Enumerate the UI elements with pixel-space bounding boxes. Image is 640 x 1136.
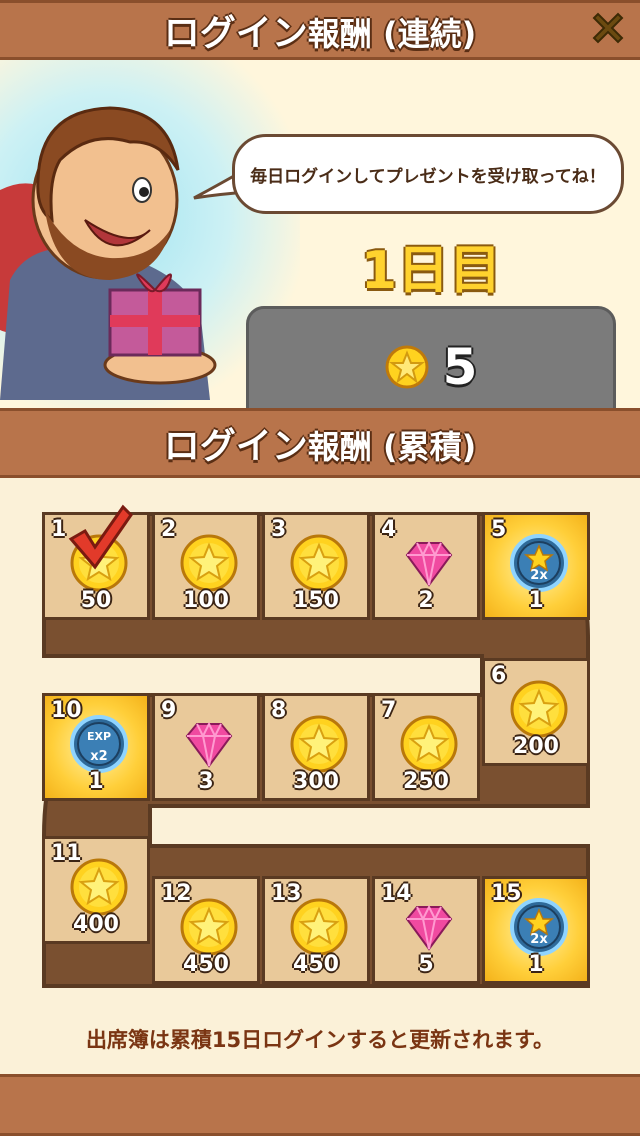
star-coin-icon	[180, 898, 238, 956]
star-coin-icon	[180, 534, 238, 592]
tile-reward-value: 1	[88, 769, 104, 794]
tile-reward-value: 5	[418, 952, 434, 977]
tile-day-number: 9	[161, 698, 177, 723]
tile-reward-value: 450	[293, 952, 339, 977]
close-icon[interactable]	[586, 6, 630, 50]
tile-reward-value: 150	[293, 588, 339, 613]
reward-tile-day-4[interactable]: 42	[372, 512, 480, 620]
mascot-character-icon	[0, 106, 217, 400]
reward-tile-day-5[interactable]: 5 2x 1	[482, 512, 590, 620]
tile-reward-value: 450	[183, 952, 229, 977]
tile-day-number: 7	[381, 698, 397, 723]
reward-tile-day-15[interactable]: 15 2x 1	[482, 876, 590, 984]
tile-reward-value: 3	[198, 769, 214, 794]
today-reward-amount: 5	[442, 338, 478, 396]
header-banner: ログイン報酬 (連続)	[0, 0, 640, 60]
cumulative-banner: ログイン報酬 (累積)	[0, 408, 640, 478]
star-coin-icon	[400, 715, 458, 773]
star-coin-icon	[385, 345, 429, 389]
daily-reward-panel: 毎日ログインしてプレゼントを受け取ってね！ 1日目 5	[0, 60, 640, 428]
reward-board: 1 50 2 100 3 150 4 2 5 2x 1 6 200 7 250 8 300 9 3 10 EXP x2 1 1…	[0, 478, 640, 1074]
star-coin-icon	[510, 680, 568, 738]
tile-reward-value: 1	[528, 588, 544, 613]
svg-text:x2: x2	[90, 749, 107, 764]
star-coin-icon	[290, 898, 348, 956]
speech-bubble: 毎日ログインしてプレゼントを受け取ってね！	[232, 134, 624, 214]
tile-reward-value: 50	[80, 588, 112, 613]
cumulative-title: ログイン報酬 (累積)	[163, 426, 477, 467]
tile-reward-value: 400	[73, 912, 119, 937]
footer-banner	[0, 1074, 640, 1136]
reward-tile-day-10[interactable]: 10 EXP x2 1	[42, 693, 150, 801]
exp-boost-icon: EXP x2	[70, 715, 128, 773]
reward-tile-day-7[interactable]: 7 250	[372, 693, 480, 801]
reward-tile-day-3[interactable]: 3 150	[262, 512, 370, 620]
reward-tile-day-13[interactable]: 13 450	[262, 876, 370, 984]
star-coin-icon	[290, 534, 348, 592]
tile-reward-value: 250	[403, 769, 449, 794]
coin-boost-icon: 2x	[510, 898, 568, 956]
tile-day-number: 2	[161, 517, 177, 542]
reward-tile-day-12[interactable]: 12 450	[152, 876, 260, 984]
tile-reward-value: 300	[293, 769, 339, 794]
tile-day-number: 8	[271, 698, 287, 723]
checkmark-icon	[68, 504, 133, 570]
reward-tile-day-9[interactable]: 93	[152, 693, 260, 801]
svg-text:EXP: EXP	[87, 730, 111, 743]
star-coin-icon	[70, 858, 128, 916]
tile-day-number: 3	[271, 517, 287, 542]
star-coin-icon	[290, 715, 348, 773]
tile-reward-value: 100	[183, 588, 229, 613]
tile-reward-value: 2	[418, 588, 434, 613]
speech-bubble-text: 毎日ログインしてプレゼントを受け取ってね！	[250, 166, 606, 187]
svg-text:2x: 2x	[530, 932, 548, 947]
footer-note: 出席簿は累積15日ログインすると更新されます。	[85, 1028, 555, 1052]
tile-day-number: 4	[381, 517, 397, 542]
reward-tile-day-6[interactable]: 6 200	[482, 658, 590, 766]
reward-tile-day-1[interactable]: 1 50	[42, 504, 150, 620]
gem-icon	[405, 904, 453, 951]
day-counter: 1日目	[360, 241, 502, 301]
reward-tile-day-8[interactable]: 8 300	[262, 693, 370, 801]
gem-icon	[405, 540, 453, 587]
reward-tile-day-2[interactable]: 2 100	[152, 512, 260, 620]
tile-reward-value: 1	[528, 952, 544, 977]
tile-day-number: 6	[491, 663, 507, 688]
svg-text:2x: 2x	[530, 568, 548, 583]
tile-reward-value: 200	[513, 734, 559, 759]
tile-day-number: 5	[491, 517, 507, 542]
coin-boost-icon: 2x	[510, 534, 568, 592]
reward-tile-day-14[interactable]: 14 5	[372, 876, 480, 984]
header-title: ログイン報酬 (連続)	[163, 13, 477, 54]
reward-tile-day-11[interactable]: 11 400	[42, 836, 150, 944]
gem-icon	[185, 721, 233, 768]
